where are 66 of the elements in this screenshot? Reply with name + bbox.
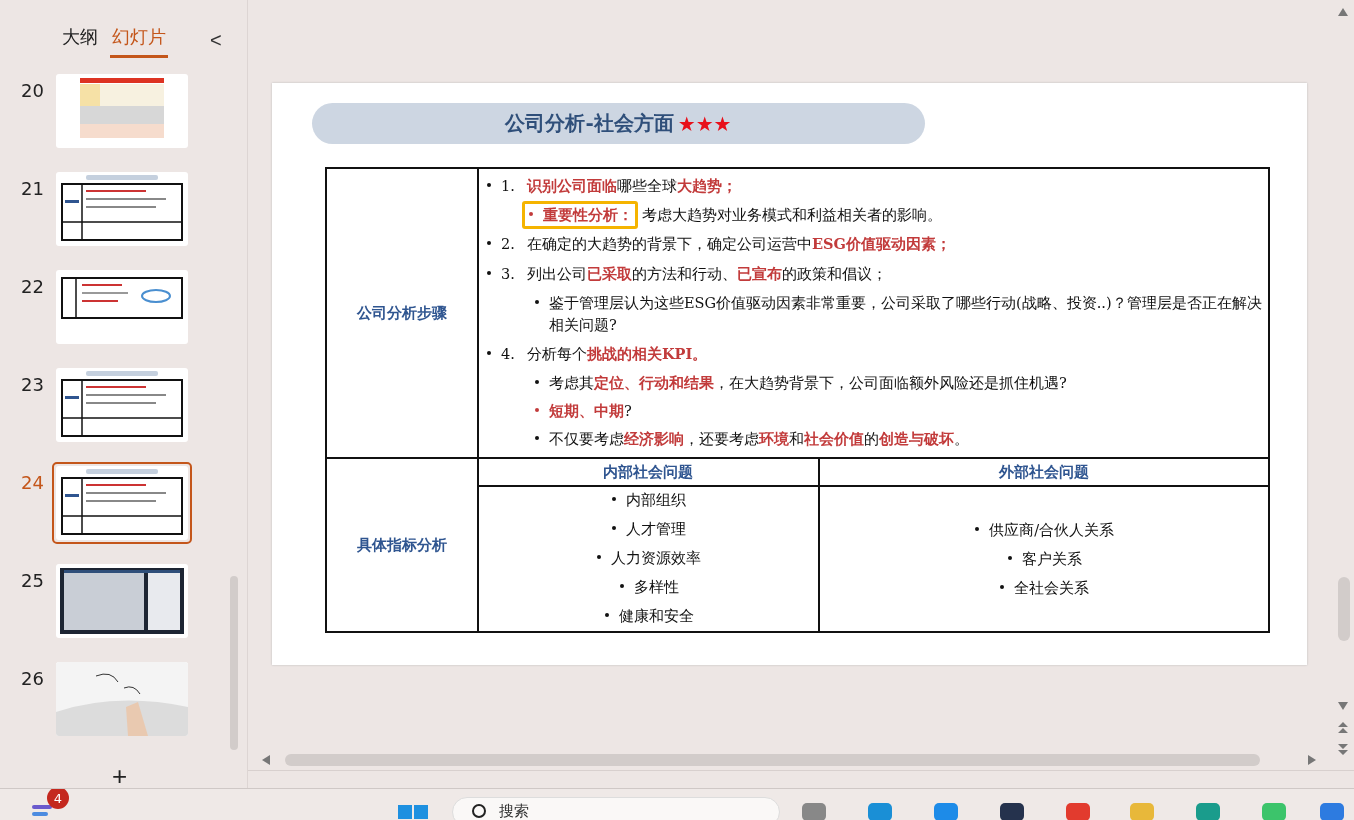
bullet-icon: [619, 584, 624, 588]
list-number: 2.: [501, 235, 516, 254]
scrollbar-thumb[interactable]: [1338, 577, 1350, 641]
list-number: 4.: [501, 345, 516, 364]
list-number: 1.: [501, 177, 516, 196]
taskbar-app-icon[interactable]: [998, 803, 1026, 820]
issue-text: 多样性: [633, 578, 679, 597]
panel-tab[interactable]: 幻灯片: [110, 22, 168, 58]
slide-title: 公司分析-社会方面: [505, 110, 674, 137]
bullet-icon: [487, 271, 491, 275]
issue-text: 供应商/合伙人关系: [989, 520, 1115, 540]
rating-stars: ★★★: [677, 111, 732, 136]
step-text: 在确定的大趋势的背景下，确定公司运营中ESG价值驱动因素；: [527, 234, 951, 254]
step-text: 短期、中期?: [549, 401, 632, 421]
slide-number: 25: [20, 569, 45, 591]
scroll-up-icon[interactable]: [1338, 8, 1348, 16]
collapse-button[interactable]: <: [204, 27, 228, 53]
panel-tab[interactable]: 大纲: [60, 22, 100, 58]
row-label: 具体指标分析: [357, 535, 447, 554]
search-field[interactable]: 搜索: [452, 797, 780, 820]
search-icon: [471, 802, 489, 820]
step-text: 不仅要考虑经济影响，还要考虑环境和社会价值的创造与破坏。: [549, 429, 969, 449]
list-number: 3.: [501, 265, 516, 284]
row-label: 公司分析步骤: [357, 303, 447, 322]
slide-number: 21: [20, 177, 45, 199]
column-heading: 内部社会问题: [603, 462, 694, 481]
issue-text: 全社会关系: [1014, 578, 1090, 598]
step-text: 考虑其定位、行动和结果，在大趋势背景下，公司面临额外风险还是抓住机遇?: [549, 373, 1067, 393]
slide-number: 26: [20, 667, 45, 689]
step-text: 识别公司面临哪些全球大趋势；: [527, 176, 737, 196]
term-label: 重要性分析：: [543, 205, 633, 225]
bullet-icon: [487, 241, 491, 245]
scrollbar-thumb[interactable]: [230, 576, 238, 750]
start-icon[interactable]: [398, 805, 428, 820]
bullet-icon: [604, 613, 609, 617]
step-text: 分析每个挑战的相关KPI。: [527, 344, 708, 364]
slide-number: 23: [20, 373, 45, 395]
bullet-icon: [1000, 584, 1005, 589]
scroll-down-icon[interactable]: [1338, 702, 1348, 710]
slide-number: 24: [20, 471, 45, 493]
scroll-left-icon[interactable]: [262, 755, 270, 765]
step-text: 鉴于管理层认为这些ESG价值驱动因素非常重要，公司采取了哪些行动(战略、投资..)？管理层是否正在解决相关问题?: [549, 294, 1262, 335]
bullet-icon: [612, 497, 617, 501]
issue-text: 健康和安全: [618, 607, 694, 626]
issue-text: 客户关系: [1021, 549, 1082, 569]
issue-text: 人力资源效率: [611, 549, 702, 568]
step-text: 列出公司已采取的方法和行动、已宣布的政策和倡议；: [527, 264, 887, 284]
next-slide-icon[interactable]: [1338, 744, 1348, 756]
step-text: 考虑大趋势对业务模式和利益相关者的影响。: [642, 206, 942, 225]
notification-badge: 4: [47, 789, 69, 809]
bullet-icon: [975, 526, 980, 531]
bullet-icon: [487, 183, 491, 187]
issue-text: 人才管理: [626, 520, 687, 539]
new-slide-button[interactable]: +: [112, 764, 128, 788]
scroll-right-icon[interactable]: [1308, 755, 1316, 765]
slide-number: 20: [20, 79, 45, 101]
bullet-icon: [597, 555, 602, 559]
issue-text: 内部组织: [626, 491, 687, 510]
bullet-icon: [487, 351, 491, 355]
bullet-icon: [1007, 555, 1012, 560]
previous-slide-icon[interactable]: [1338, 722, 1348, 734]
scrollbar-thumb[interactable]: [285, 754, 1260, 766]
slide-thumbnail[interactable]: [52, 462, 192, 544]
bullet-icon: [612, 526, 617, 530]
column-heading: 外部社会问题: [998, 462, 1089, 481]
slide-number: 22: [20, 275, 45, 297]
